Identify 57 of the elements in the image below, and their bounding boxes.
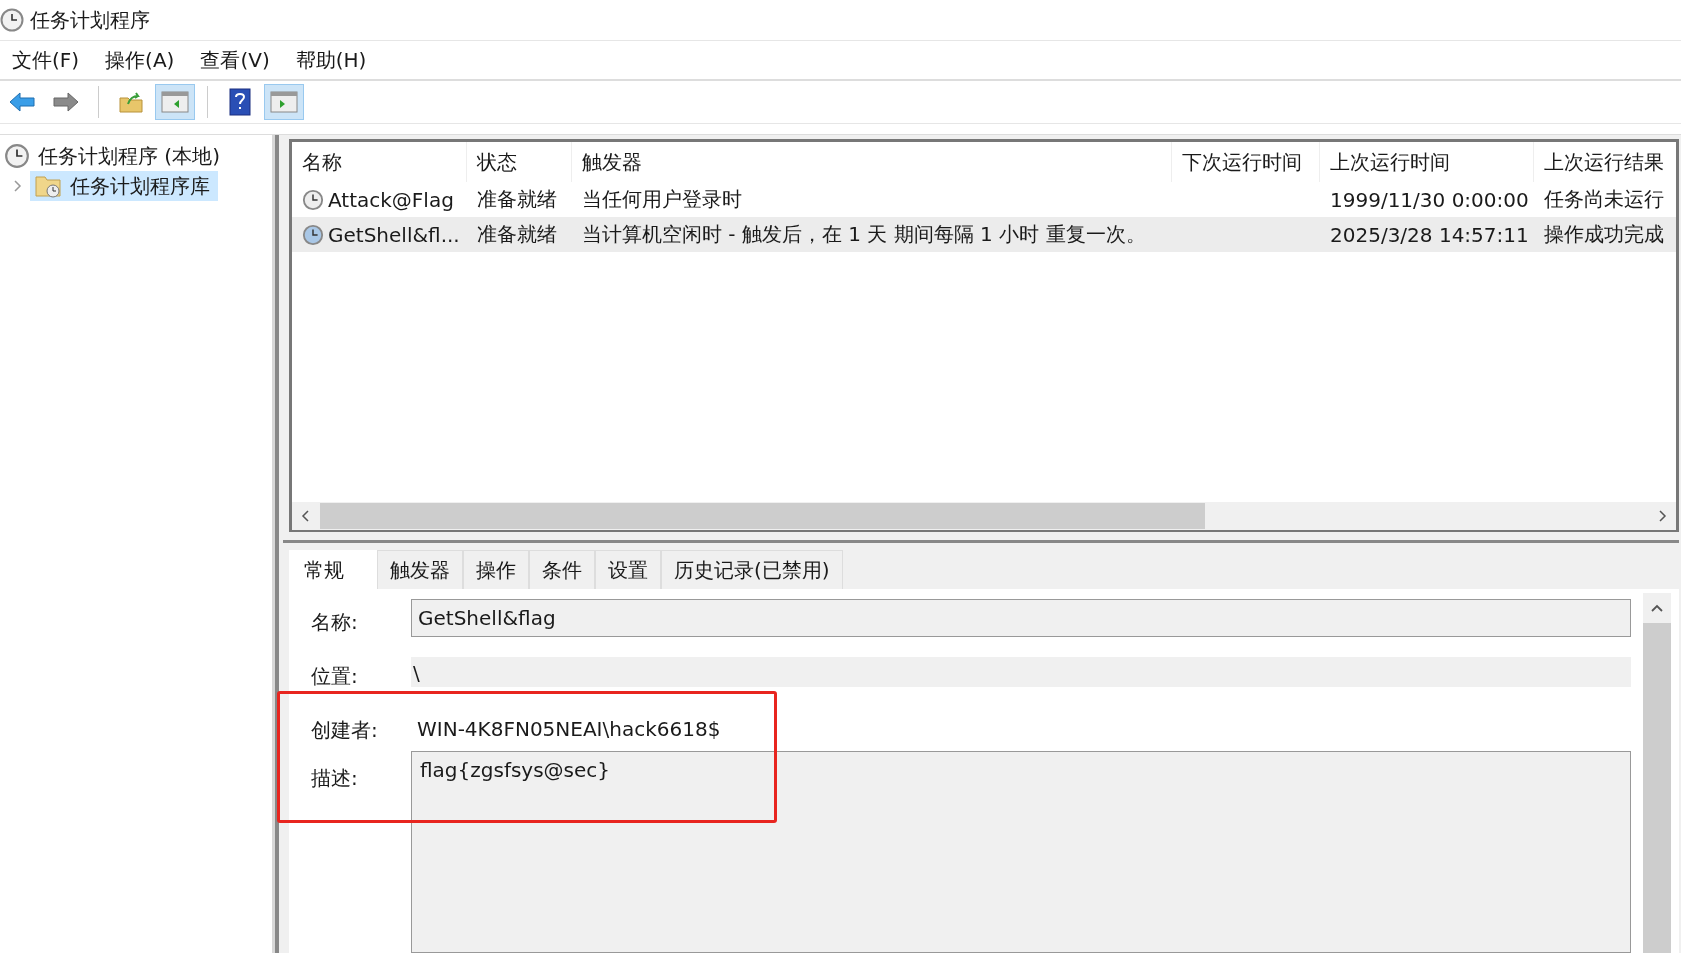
help-icon [228, 88, 252, 116]
tab[interactable]: 常规 [289, 550, 377, 589]
table-cell: 1999/11/30 0:00:00 [1330, 187, 1529, 212]
pane-icon [270, 91, 298, 113]
clock-icon [302, 223, 324, 246]
clock-icon [0, 8, 24, 32]
column-header[interactable]: 上次运行时间 [1320, 142, 1534, 182]
scroll-up-icon[interactable] [1650, 603, 1664, 613]
menu-item[interactable]: 文件(F) [12, 46, 80, 74]
scroll-right-icon[interactable] [1656, 509, 1668, 523]
tab[interactable]: 触发器 [377, 550, 463, 589]
table-cell: 当计算机空闲时 - 触发后，在 1 天 期间每隔 1 小时 重复一次。 [582, 221, 1146, 248]
tab[interactable]: 条件 [529, 550, 595, 589]
table-cell: GetShell&fl... [328, 222, 460, 247]
description-field[interactable]: flag{zgsfsys@sec} [411, 751, 1631, 953]
field-label: 位置: [311, 663, 359, 690]
menu-item[interactable]: 操作(A) [105, 46, 175, 74]
tree-item[interactable]: 任务计划程序库 [30, 171, 218, 201]
pane-toggle-button[interactable] [155, 84, 195, 120]
table-cell: 2025/3/28 14:57:11 [1330, 222, 1529, 247]
name-field[interactable]: GetShell&flag [411, 599, 1631, 637]
table-cell: 准备就绪 [477, 221, 557, 248]
tree-item[interactable]: 任务计划程序 (本地) [0, 141, 224, 171]
vertical-scrollbar[interactable] [1643, 593, 1671, 953]
scroll-left-icon[interactable] [300, 509, 312, 523]
pane-icon [161, 91, 189, 113]
folder-icon [118, 90, 144, 114]
folder-clock-icon [34, 173, 62, 199]
column-header[interactable]: 上次运行结果 [1534, 142, 1676, 182]
field-label: 名称: [311, 609, 359, 636]
clock-icon [302, 188, 324, 211]
window-title: 任务计划程序 [30, 6, 150, 34]
table-cell: 当任何用户登录时 [582, 186, 742, 213]
horizontal-scrollbar[interactable] [292, 502, 1676, 530]
table-row[interactable]: Attack@Flag 准备就绪 当任何用户登录时 1999/11/30 0:00:00 任务尚未运行 [292, 182, 1676, 217]
column-header[interactable]: 状态 [467, 142, 572, 182]
table-cell: 操作成功完成 [1544, 221, 1664, 248]
table-row[interactable]: GetShell&fl... 准备就绪 当计算机空闲时 - 触发后，在 1 天 期间每隔 1 小时 重复一次。 2025/3/28 14:57:11 操作成功完成 [292, 217, 1676, 252]
table-cell: 任务尚未运行 [1544, 186, 1664, 213]
table-cell: 准备就绪 [477, 186, 557, 213]
column-header[interactable]: 触发器 [572, 142, 1172, 182]
table-cell: Attack@Flag [328, 187, 454, 212]
tab[interactable]: 操作 [463, 550, 529, 589]
pane-toggle-button[interactable] [264, 84, 304, 120]
menu-item[interactable]: 查看(V) [200, 46, 270, 74]
tab[interactable]: 设置 [595, 550, 661, 589]
location-field[interactable]: \ [411, 657, 1631, 687]
forward-arrow-icon [52, 90, 80, 114]
field-label: 创建者: [311, 717, 379, 744]
column-header[interactable]: 名称 [292, 142, 467, 182]
tab[interactable]: 历史记录(已禁用) [661, 550, 843, 589]
clock-icon [4, 143, 30, 169]
column-header[interactable]: 下次运行时间 [1172, 142, 1320, 182]
field-label: 描述: [311, 765, 359, 792]
author-text: WIN-4K8FN05NEAI\hack6618$ [416, 716, 721, 741]
menu-item[interactable]: 帮助(H) [295, 46, 367, 74]
back-arrow-icon [8, 90, 36, 114]
